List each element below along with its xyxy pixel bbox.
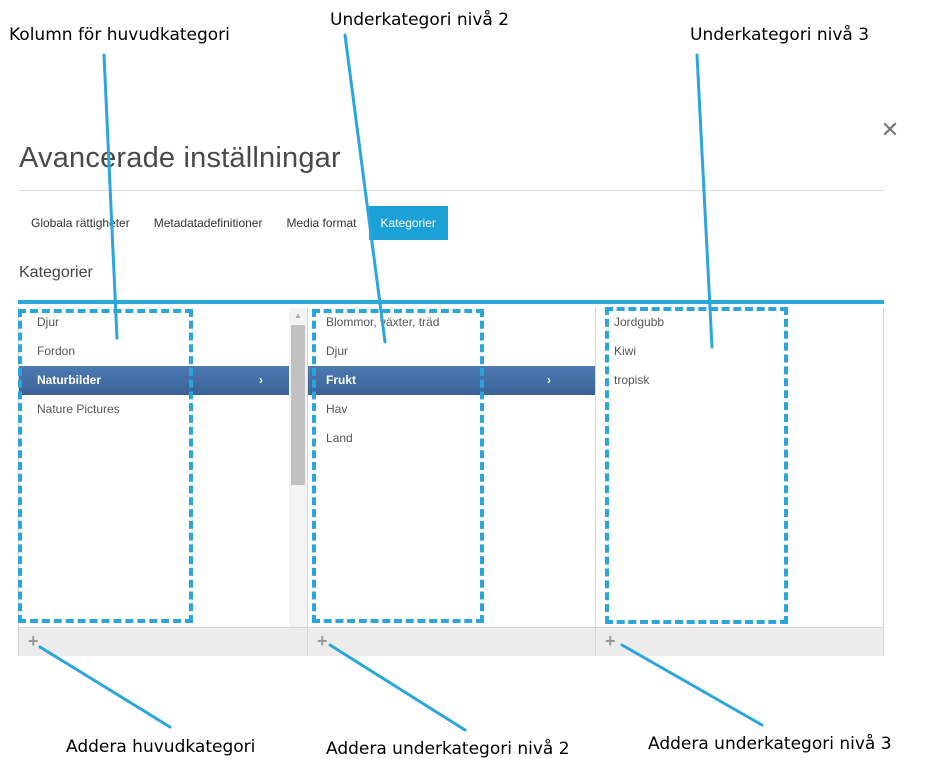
level3-column-footer: + [596,627,883,656]
tab-bar: Globala rättigheter Metadatadefinitioner… [19,206,448,240]
pointer-level2 [343,33,387,344]
tab-media-format[interactable]: Media format [274,206,368,240]
main-category-column: Djur Fordon Naturbilder › Nature Picture… [18,308,308,656]
tab-metadata-definitions[interactable]: Metadatadefinitioner [142,206,275,240]
list-item-label: Frukt [326,373,356,387]
annotation-level2: Underkategori nivå 2 [330,10,510,30]
level2-category-list: Blommor, växter, träd Djur Frukt › Hav L… [308,308,595,628]
level3-category-column: Jordgubb Kiwi tropisk + [595,308,884,656]
list-item[interactable]: Jordgubb [596,308,883,337]
list-item-selected[interactable]: Frukt › [308,366,595,395]
annotation-add-level3: Addera underkategori nivå 3 [648,734,892,754]
main-category-list: Djur Fordon Naturbilder › Nature Picture… [19,308,307,628]
list-item[interactable]: Blommor, växter, träd [308,308,595,337]
main-column-footer: + [19,627,307,656]
list-item-selected[interactable]: Naturbilder › [19,366,307,395]
annotation-main-column: Kolumn för huvudkategori [9,25,230,45]
plus-icon[interactable]: + [317,631,328,651]
chevron-right-icon: › [259,373,263,387]
list-item[interactable]: Nature Pictures [19,395,307,424]
list-item-label: Naturbilder [37,373,102,387]
level2-column-footer: + [308,627,595,656]
pointer-main-column [102,53,119,340]
list-item[interactable]: Djur [19,308,307,337]
pointer-add-level2 [328,643,467,732]
scrollbar-thumb[interactable] [291,325,305,485]
annotation-add-main: Addera huvudkategori [66,737,256,757]
scrollbar[interactable]: ▲ [289,308,307,628]
title-divider [19,190,884,191]
annotation-level3: Underkategori nivå 3 [690,25,870,45]
list-item[interactable]: Kiwi [596,337,883,366]
tab-categories[interactable]: Kategorier [368,206,448,240]
tab-global-rights[interactable]: Globala rättigheter [19,206,142,240]
list-item[interactable]: tropisk [596,366,883,395]
section-title: Kategorier [19,264,93,281]
list-item[interactable]: Fordon [19,337,307,366]
level2-category-column: Blommor, växter, träd Djur Frukt › Hav L… [307,308,596,656]
pointer-add-level3 [620,643,764,727]
level3-category-list: Jordgubb Kiwi tropisk [596,308,883,628]
list-item[interactable]: Djur [308,337,595,366]
chevron-right-icon: › [547,373,551,387]
dialog-title: Avancerade inställningar [19,142,341,174]
scroll-up-arrow-icon[interactable]: ▲ [289,308,307,324]
pointer-add-main [38,645,172,729]
plus-icon[interactable]: + [28,631,39,651]
category-columns: Djur Fordon Naturbilder › Nature Picture… [18,300,884,656]
close-icon[interactable]: ✕ [880,119,900,141]
list-item[interactable]: Land [308,424,595,453]
list-item[interactable]: Hav [308,395,595,424]
annotation-add-level2: Addera underkategori nivå 2 [326,739,570,759]
plus-icon[interactable]: + [605,631,616,651]
